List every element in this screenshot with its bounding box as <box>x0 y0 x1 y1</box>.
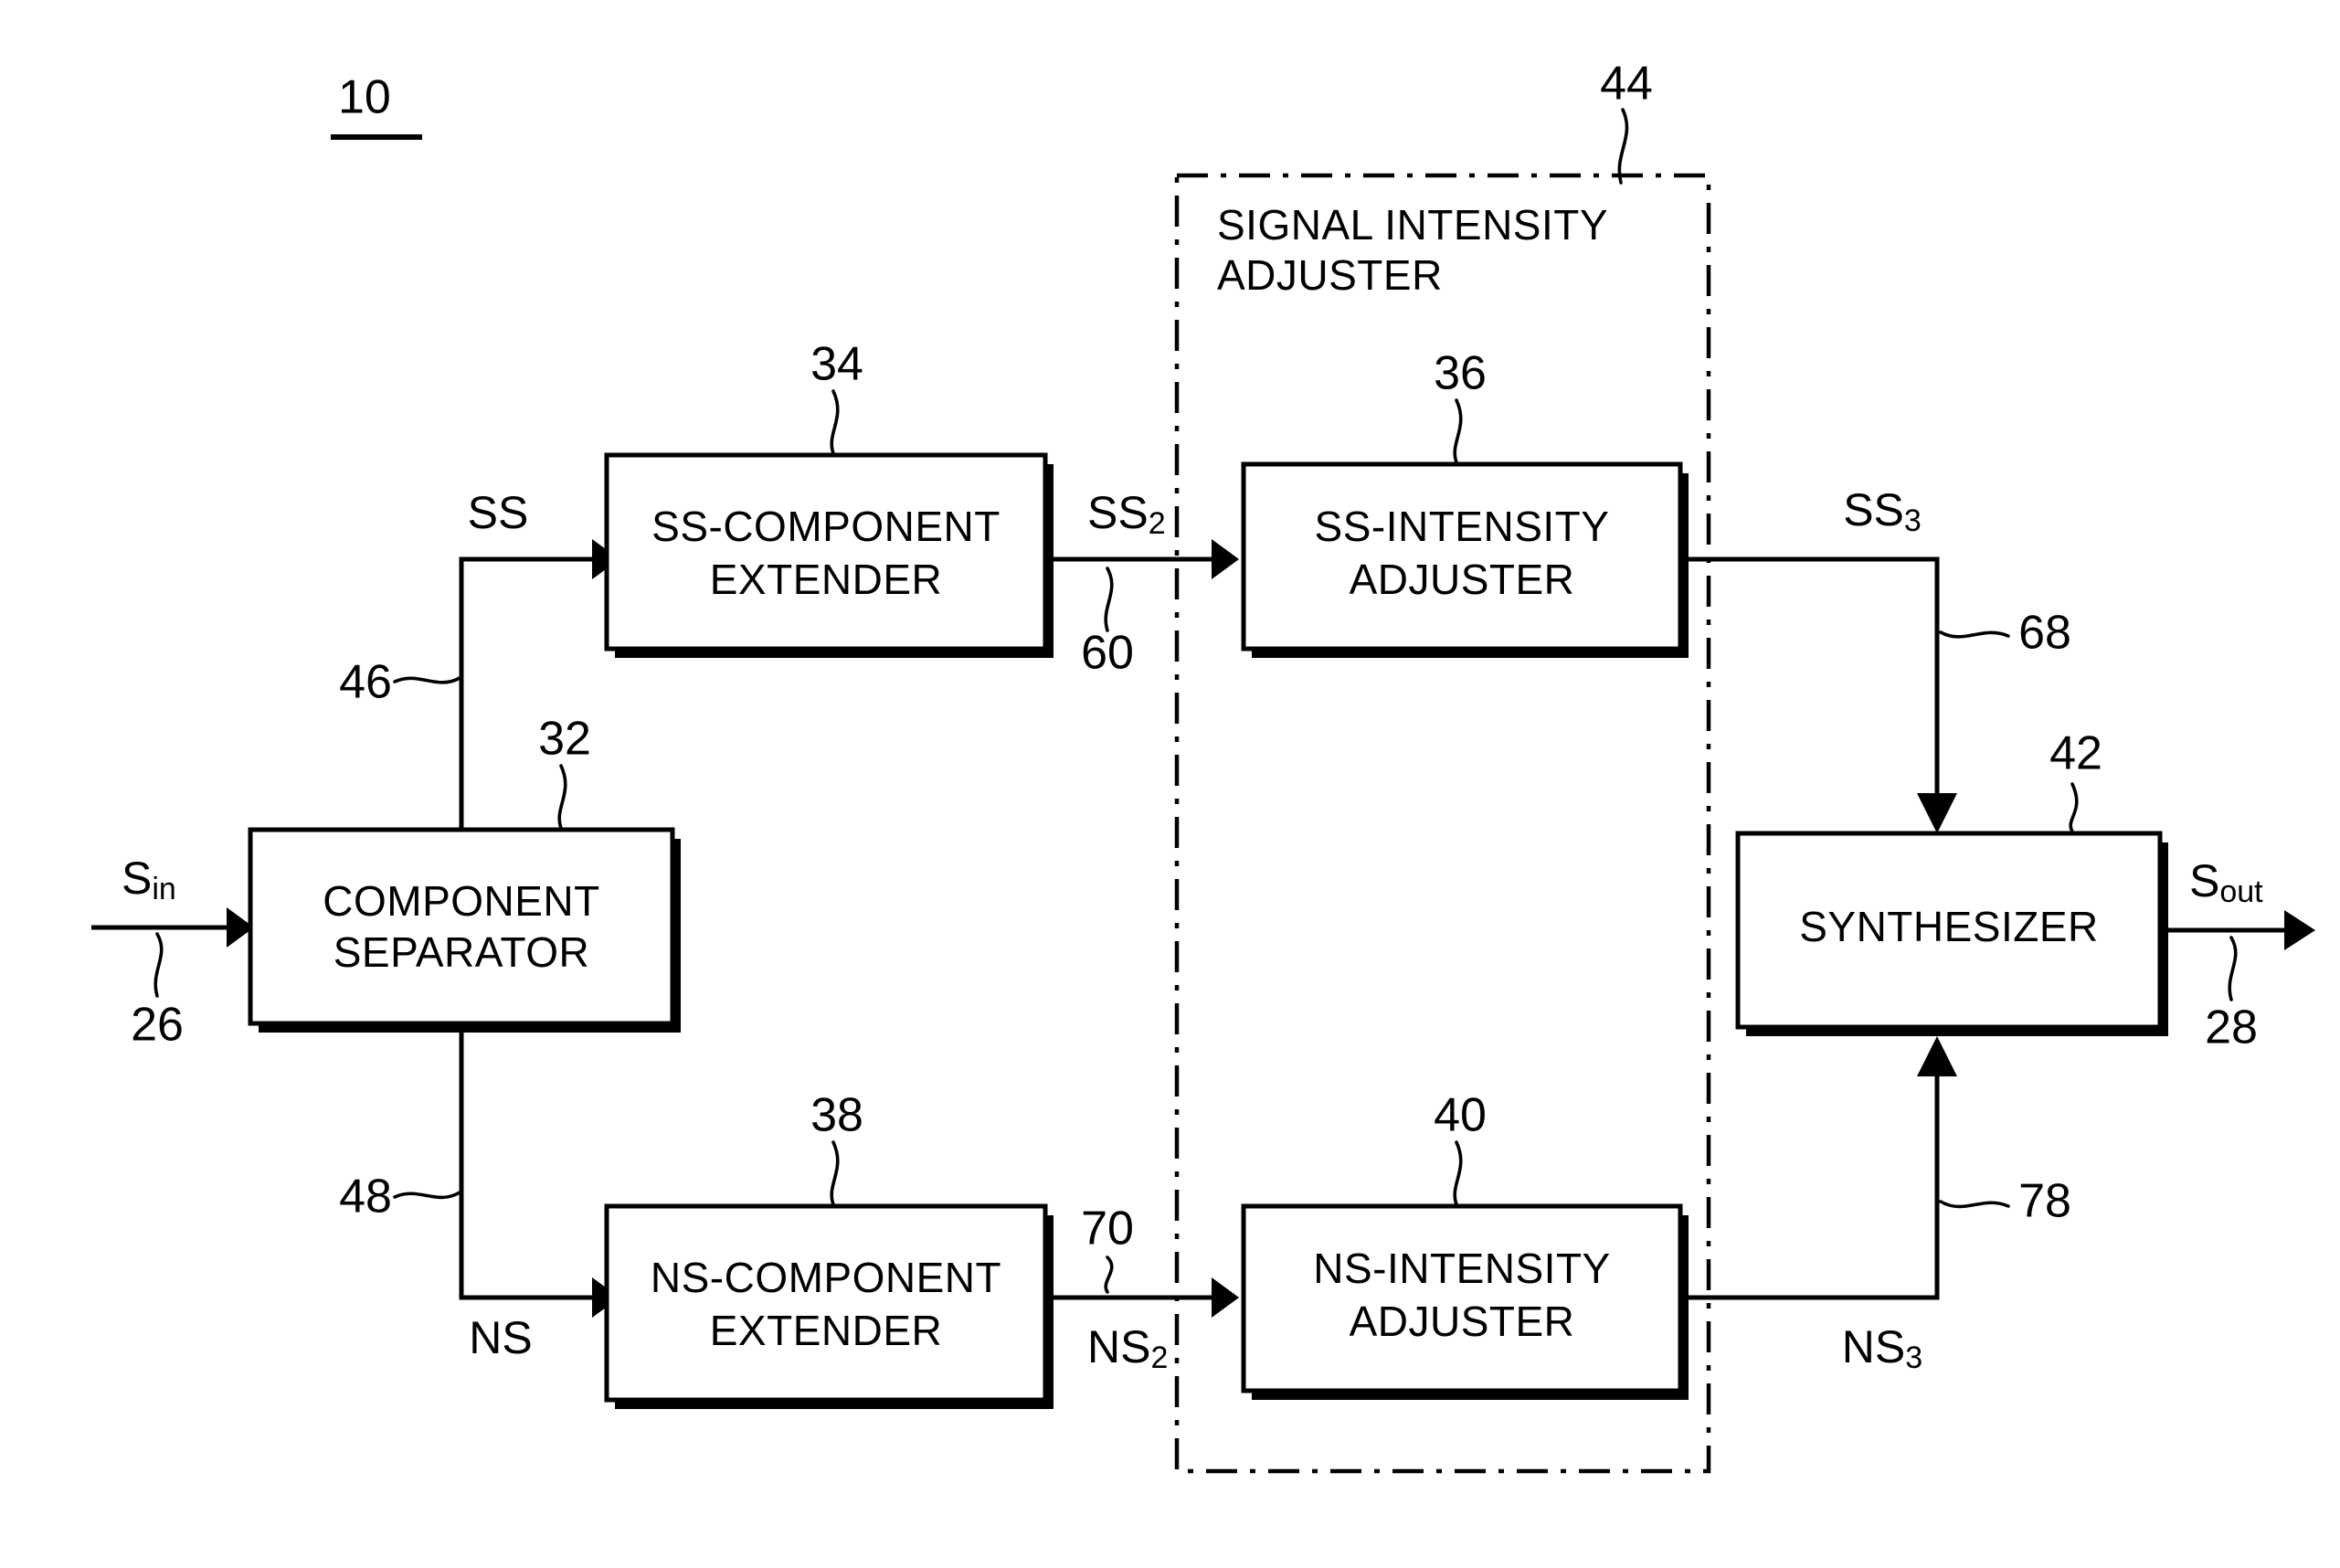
ns2-arrowhead <box>1212 1277 1239 1318</box>
ns-intensity-adjuster-label-line1: NS-INTENSITY <box>1313 1245 1610 1292</box>
ref-number-44: 44 <box>1600 58 1653 111</box>
ns2-base: NS <box>1087 1321 1150 1372</box>
output-signal-group: Sout 28 <box>2160 855 2315 1054</box>
ss3-wire-group: SS3 68 <box>1680 484 2071 833</box>
ref-34-leader <box>830 389 840 455</box>
ns-component-extender-label-line2: EXTENDER <box>710 1307 942 1354</box>
ref-46-leader <box>393 676 461 684</box>
ref-number-32: 32 <box>538 713 591 766</box>
signal-intensity-adjuster-label-line2: ADJUSTER <box>1217 251 1443 299</box>
ss3-arrowhead <box>1917 793 1957 833</box>
ref-28-leader <box>2228 936 2238 1001</box>
input-signal-sub: in <box>152 872 175 906</box>
ref-number-34: 34 <box>810 338 863 391</box>
figure-number-group: 10 <box>331 71 422 140</box>
figure-number: 10 <box>338 71 391 124</box>
ss3-sub: 3 <box>1904 503 1922 538</box>
ss2-wire-group: SS2 60 <box>1045 487 1239 680</box>
component-separator-label-line1: COMPONENT <box>323 877 600 925</box>
ref-42-leader <box>2069 782 2079 833</box>
ss-component-extender-box <box>604 452 1048 652</box>
input-signal-label: Sin <box>122 853 176 906</box>
ss-component-extender-label-line2: EXTENDER <box>710 556 942 603</box>
ss-component-extender-label-line1: SS-COMPONENT <box>651 503 1001 550</box>
ref-78-leader <box>1939 1200 2010 1209</box>
output-signal-sub: out <box>2219 874 2263 909</box>
ss-branch-group: SS 46 <box>339 487 619 830</box>
ns3-sub: 3 <box>1905 1340 1922 1375</box>
ns-intensity-adjuster-label-line2: ADJUSTER <box>1350 1298 1575 1345</box>
ref-70-leader <box>1104 1255 1114 1294</box>
ref-number-68: 68 <box>2018 607 2071 660</box>
ref-60-leader <box>1104 567 1114 632</box>
ss-intensity-adjuster-label-line1: SS-INTENSITY <box>1315 503 1610 550</box>
ref-38-leader <box>830 1140 840 1206</box>
ns-signal-label: NS <box>469 1312 532 1363</box>
ns2-wire-group: 70 NS2 <box>1045 1202 1239 1375</box>
output-signal-label: Sout <box>2189 855 2263 909</box>
ref-number-70: 70 <box>1081 1202 1134 1255</box>
ref-number-48: 48 <box>339 1171 392 1224</box>
ns3-wire-group: NS3 78 <box>1680 1036 2071 1375</box>
ss3-signal-label: SS3 <box>1843 484 1922 538</box>
input-signal-base: S <box>122 853 152 904</box>
ss-branch-wire <box>459 556 598 830</box>
ss3-wire <box>1680 556 1940 804</box>
ref-number-60: 60 <box>1081 627 1134 680</box>
ns3-base: NS <box>1842 1321 1905 1372</box>
ref-number-40: 40 <box>1434 1089 1487 1142</box>
block-ns-component-extender[interactable]: NS-COMPONENT EXTENDER 38 <box>604 1089 1054 1409</box>
ss2-base: SS <box>1087 487 1149 538</box>
output-arrowhead <box>2284 910 2315 950</box>
ref-68-leader <box>1939 630 2010 639</box>
ns-branch-group: NS 48 <box>339 1023 619 1363</box>
ref-26-leader <box>154 932 164 998</box>
ref-36-leader <box>1453 398 1463 464</box>
ns-branch-wire <box>459 1023 598 1300</box>
ss2-signal-label: SS2 <box>1087 487 1166 541</box>
ss-intensity-adjuster-label-line2: ADJUSTER <box>1350 556 1575 603</box>
patent-figure: 10 SIGNAL INTENSITY ADJUSTER 44 Sin 26 C… <box>0 0 2340 1568</box>
output-signal-base: S <box>2189 855 2219 906</box>
ref-40-leader <box>1453 1140 1463 1206</box>
ss3-base: SS <box>1843 484 1904 535</box>
ns3-wire <box>1680 1065 1940 1300</box>
ns3-arrowhead <box>1917 1036 1957 1076</box>
ref-number-78: 78 <box>2018 1175 2071 1228</box>
block-ss-component-extender[interactable]: SS-COMPONENT EXTENDER 34 <box>604 338 1054 658</box>
ss2-sub: 2 <box>1149 506 1166 541</box>
ref-number-26: 26 <box>131 999 184 1052</box>
signal-intensity-adjuster-label-line1: SIGNAL INTENSITY <box>1217 201 1608 249</box>
ns2-signal-label: NS2 <box>1087 1321 1168 1375</box>
block-ss-intensity-adjuster[interactable]: SS-INTENSITY ADJUSTER 36 <box>1241 347 1689 658</box>
synthesizer-label: SYNTHESIZER <box>1799 903 2099 950</box>
ref-number-28: 28 <box>2205 1001 2258 1054</box>
component-separator-label-line2: SEPARATOR <box>334 928 590 976</box>
ref-44-leader <box>1617 108 1629 185</box>
input-signal-group: Sin 26 <box>91 853 254 1052</box>
block-diagram-svg: 10 SIGNAL INTENSITY ADJUSTER 44 Sin 26 C… <box>91 58 2315 1474</box>
ref-number-42: 42 <box>2049 727 2102 780</box>
block-ns-intensity-adjuster[interactable]: NS-INTENSITY ADJUSTER 40 <box>1241 1089 1689 1400</box>
ss-signal-label: SS <box>468 487 529 538</box>
ref-48-leader <box>393 1191 461 1200</box>
block-synthesizer[interactable]: SYNTHESIZER 42 <box>1735 727 2168 1036</box>
ns-component-extender-box <box>604 1203 1048 1403</box>
ss2-arrowhead <box>1212 539 1239 579</box>
ref-number-38: 38 <box>810 1089 863 1142</box>
component-separator-box <box>248 827 675 1026</box>
ref-number-36: 36 <box>1434 347 1487 400</box>
ns3-signal-label: NS3 <box>1842 1321 1922 1375</box>
ns2-sub: 2 <box>1150 1340 1168 1375</box>
block-component-separator[interactable]: COMPONENT SEPARATOR 32 <box>248 713 681 1033</box>
ref-number-46: 46 <box>339 656 392 709</box>
ns-component-extender-label-line1: NS-COMPONENT <box>651 1254 1001 1301</box>
ref-32-leader <box>557 764 567 830</box>
